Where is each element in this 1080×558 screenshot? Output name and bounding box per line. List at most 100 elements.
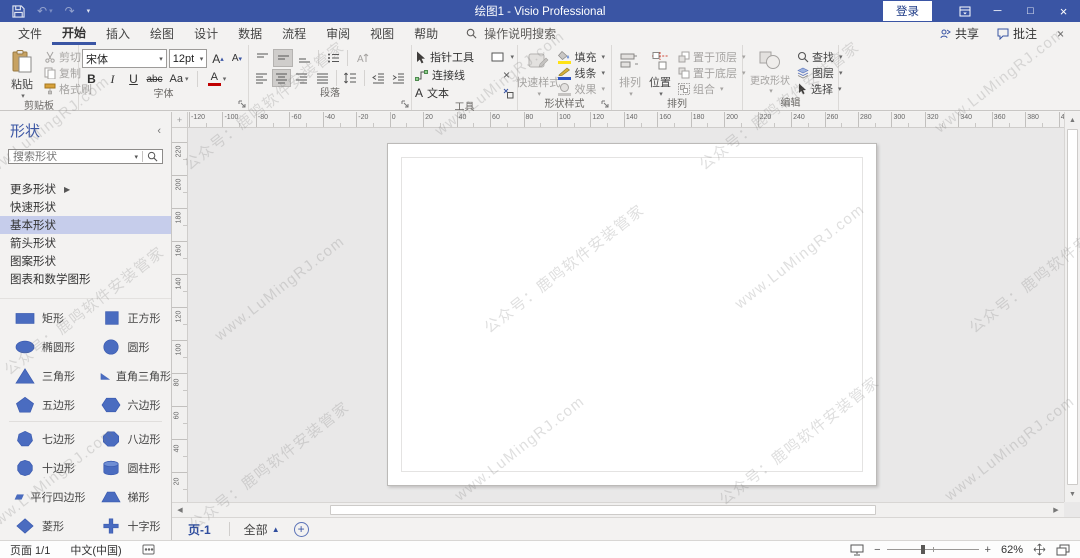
text-direction-button[interactable]: A (352, 49, 372, 67)
scroll-right-icon[interactable]: ▶ (1048, 503, 1064, 517)
drawing-viewport[interactable] (188, 128, 1064, 502)
group-button[interactable]: 组合▾ (675, 81, 749, 97)
category-图表和数学图形[interactable]: 图表和数学图形 (0, 270, 171, 288)
shape-圆柱形[interactable]: 圆柱形 (86, 453, 172, 482)
zoom-in-icon[interactable]: + (985, 544, 991, 556)
switch-windows-icon[interactable] (1056, 544, 1070, 556)
change-shape-button[interactable]: 更改形状 ▾ (746, 47, 794, 95)
position-button[interactable]: 位置 ▾ (645, 47, 675, 98)
category-图案形状[interactable]: 图案形状 (0, 252, 171, 270)
close-pane-icon[interactable]: × (1047, 25, 1074, 43)
layers-button[interactable]: 图层▾ (794, 65, 846, 81)
tab-视图[interactable]: 视图 (360, 22, 404, 45)
strikethrough-button[interactable]: abc (145, 70, 164, 88)
comments-button[interactable]: 批注 (989, 23, 1045, 44)
zoom-out-icon[interactable]: − (874, 544, 880, 556)
horizontal-scroll-thumb[interactable] (330, 505, 876, 515)
align-bottom-button[interactable] (294, 49, 314, 67)
paste-button[interactable]: 粘贴 ▾ (3, 47, 41, 100)
tab-插入[interactable]: 插入 (96, 22, 140, 45)
all-pages-button[interactable]: 全部▲ (244, 521, 280, 538)
effects-button[interactable]: 效果▾ (555, 81, 608, 97)
line-button[interactable]: 线条▾ (555, 65, 608, 81)
shape-五边形[interactable]: 五边形 (0, 390, 86, 419)
change-case-button[interactable]: Aa▾ (166, 70, 192, 88)
category-更多形状[interactable]: 更多形状▶ (0, 180, 171, 198)
tab-流程[interactable]: 流程 (272, 22, 316, 45)
tell-me-search[interactable]: 操作说明搜索 (466, 25, 556, 42)
shape-平行四边形[interactable]: 平行四边形 (0, 482, 86, 511)
increase-indent-button[interactable] (389, 69, 408, 87)
fill-button[interactable]: 填充▾ (555, 49, 608, 65)
share-button[interactable]: 共享 (931, 23, 987, 44)
shape-八边形[interactable]: 八边形 (86, 424, 172, 453)
align-middle-button[interactable] (273, 49, 293, 67)
undo-icon[interactable]: ↶▾ (37, 4, 53, 18)
shrink-font-button[interactable]: A▾ (229, 49, 245, 68)
scroll-left-icon[interactable]: ◀ (172, 503, 188, 517)
connection-point-tool-button[interactable] (502, 85, 514, 101)
rectangle-tool-button[interactable]: ▾ (491, 49, 514, 65)
scroll-down-icon[interactable]: ▼ (1065, 486, 1080, 502)
select-button[interactable]: 选择▾ (794, 81, 846, 97)
grow-font-button[interactable]: A▴ (209, 49, 227, 68)
status-page-info[interactable]: 页面 1/1 (10, 542, 50, 558)
decrease-indent-button[interactable] (369, 69, 388, 87)
tab-开始[interactable]: 开始 (52, 22, 96, 45)
macro-record-icon[interactable] (142, 544, 155, 555)
presentation-mode-icon[interactable] (850, 544, 864, 556)
line-spacing-button[interactable] (341, 69, 360, 87)
zoom-level[interactable]: 62% (1001, 544, 1023, 556)
page-tab-1[interactable]: 页-1 (184, 518, 215, 540)
scroll-up-icon[interactable]: ▲ (1065, 112, 1080, 128)
add-page-button[interactable]: + (294, 522, 309, 537)
font-dialog-launcher[interactable] (238, 100, 246, 108)
category-快速形状[interactable]: 快速形状 (0, 198, 171, 216)
text-tool-button[interactable]: A 文本 (415, 85, 449, 101)
shape-styles-dialog-launcher[interactable] (601, 100, 609, 108)
tab-绘图[interactable]: 绘图 (140, 22, 184, 45)
align-top-button[interactable] (252, 49, 272, 67)
align-right-button[interactable] (292, 69, 311, 87)
arrange-button[interactable]: 排列 ▾ (615, 47, 645, 98)
connector-tool-button[interactable]: 连接线 (415, 67, 465, 83)
fit-page-icon[interactable] (1033, 543, 1046, 556)
shape-椭圆形[interactable]: 椭圆形 (0, 332, 86, 361)
bold-button[interactable]: B (82, 70, 101, 88)
tab-帮助[interactable]: 帮助 (404, 22, 448, 45)
shape-search-input[interactable] (9, 151, 130, 163)
vertical-scroll-thumb[interactable] (1067, 129, 1078, 485)
zoom-slider[interactable]: − + (874, 544, 991, 556)
collapse-panel-icon[interactable]: ‹ (157, 125, 161, 137)
italic-button[interactable]: I (103, 70, 122, 88)
justify-button[interactable] (313, 69, 332, 87)
shape-矩形[interactable]: 矩形 (0, 303, 86, 332)
status-language[interactable]: 中文(中国) (70, 542, 121, 558)
tab-设计[interactable]: 设计 (184, 22, 228, 45)
align-center-button[interactable] (272, 69, 291, 87)
maximize-button[interactable]: □ (1014, 0, 1047, 22)
align-left-button[interactable] (252, 69, 271, 87)
horizontal-scrollbar[interactable]: ◀ ▶ (172, 502, 1064, 517)
shape-梯形[interactable]: 梯形 (86, 482, 172, 511)
shape-直角三角形[interactable]: 直角三角形 (86, 361, 172, 390)
tab-数据[interactable]: 数据 (228, 22, 272, 45)
tab-审阅[interactable]: 审阅 (316, 22, 360, 45)
shape-三角形[interactable]: 三角形 (0, 361, 86, 390)
minimize-button[interactable]: ─ (981, 0, 1014, 22)
find-button[interactable]: 查找▾ (794, 49, 846, 65)
shape-六边形[interactable]: 六边形 (86, 390, 172, 419)
close-button[interactable]: × (1047, 0, 1080, 22)
search-dropdown-icon[interactable]: ▾ (130, 153, 142, 161)
shape-菱形[interactable]: 菱形 (0, 511, 86, 540)
shape-七边形[interactable]: 七边形 (0, 424, 86, 453)
shape-圆形[interactable]: 圆形 (86, 332, 172, 361)
underline-button[interactable]: U (124, 70, 143, 88)
shape-十字形[interactable]: 十字形 (86, 511, 172, 540)
shape-search-icon[interactable] (142, 151, 162, 162)
pointer-tool-button[interactable]: 指针工具 (415, 49, 474, 65)
qat-customize-icon[interactable]: ▾ (87, 7, 91, 15)
send-to-back-button[interactable]: 置于底层▾ (675, 65, 749, 81)
login-button[interactable]: 登录 (883, 1, 932, 21)
paragraph-dialog-launcher[interactable] (401, 100, 409, 108)
